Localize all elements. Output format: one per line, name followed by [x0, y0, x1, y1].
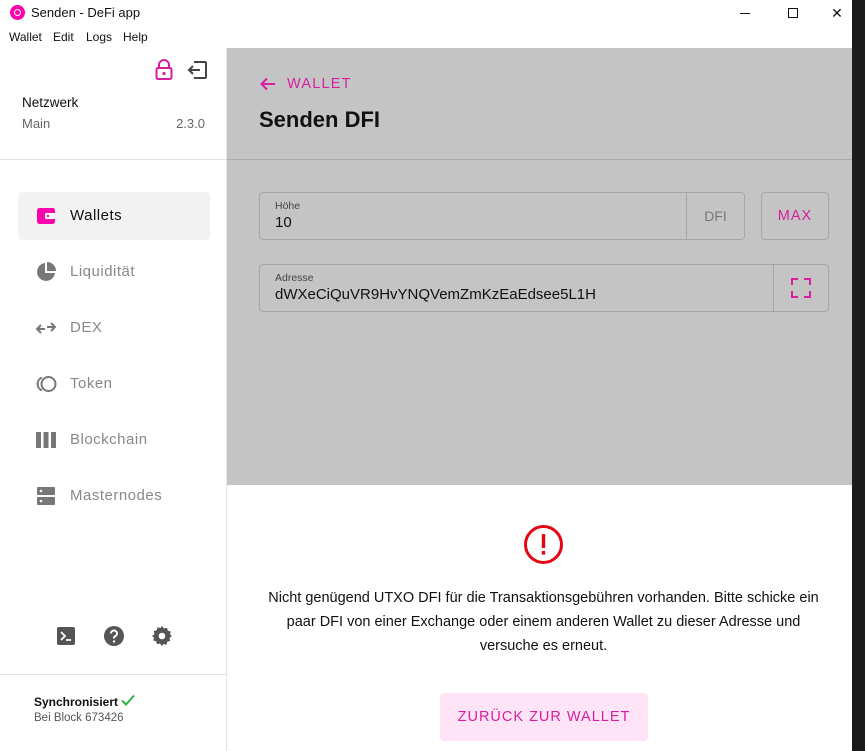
qr-scan-icon: [791, 278, 811, 298]
terminal-icon[interactable]: [54, 624, 78, 648]
sidebar: Netzwerk Main 2.3.0 Wallets Liquidität D…: [0, 48, 227, 751]
window-title: Senden - DeFi app: [31, 5, 141, 20]
menu-bar: Wallet Edit Logs Help: [0, 26, 852, 48]
scan-qr-button[interactable]: [773, 265, 828, 311]
sync-block-height: Bei Block 673426: [34, 712, 124, 724]
return-to-wallet-button[interactable]: ZURÜCK ZUR WALLET: [440, 693, 648, 741]
close-icon: ✕: [831, 4, 843, 21]
minimize-button[interactable]: [722, 0, 768, 26]
amount-value[interactable]: 10: [275, 214, 292, 231]
menu-edit[interactable]: Edit: [53, 30, 74, 44]
error-icon: [524, 525, 563, 564]
address-field[interactable]: Adresse dWXeCiQuVR9HvYNQVemZmKzEaEdsee5L…: [259, 264, 829, 312]
menu-help[interactable]: Help: [123, 30, 148, 44]
address-label: Adresse: [275, 272, 314, 284]
help-icon[interactable]: [102, 624, 126, 648]
close-button[interactable]: ✕: [814, 0, 852, 26]
menu-logs[interactable]: Logs: [86, 30, 112, 44]
blockchain-icon: [36, 432, 56, 448]
sidebar-item-wallets[interactable]: Wallets: [18, 192, 210, 240]
swap-icon: [35, 322, 57, 334]
token-icon: [36, 376, 57, 392]
network-title: Netzwerk: [22, 95, 79, 110]
sidebar-item-token[interactable]: Token: [18, 360, 210, 408]
header-divider: [227, 159, 852, 160]
back-link-label: WALLET: [287, 76, 352, 92]
amount-unit: DFI: [686, 193, 744, 239]
app-window: Senden - DeFi app ✕ Wallet Edit Logs Hel…: [0, 0, 852, 751]
exit-icon[interactable]: [186, 58, 210, 82]
sidebar-bottom-icons: [54, 624, 174, 648]
server-icon: [37, 487, 55, 505]
sidebar-item-masternodes[interactable]: Masternodes: [18, 472, 210, 520]
sidebar-item-blockchain[interactable]: Blockchain: [18, 416, 210, 464]
sidebar-item-dex[interactable]: DEX: [18, 304, 210, 352]
sidebar-item-label: Wallets: [70, 207, 123, 224]
wallet-icon: [37, 208, 55, 224]
sidebar-item-label: DEX: [70, 319, 103, 336]
arrow-left-icon: [260, 77, 275, 91]
minimize-icon: [740, 12, 750, 14]
sidebar-top-icons: [152, 58, 210, 82]
title-bar: Senden - DeFi app ✕: [0, 0, 852, 26]
sync-divider: [0, 674, 226, 675]
main-content: WALLET Senden DFI Höhe 10 DFI MAX Adress…: [227, 48, 852, 751]
pie-chart-icon: [37, 262, 56, 281]
gear-icon[interactable]: [150, 624, 174, 648]
error-message: Nicht genügend UTXO DFI für die Transakt…: [268, 590, 819, 654]
amount-label: Höhe: [275, 200, 301, 212]
address-value[interactable]: dWXeCiQuVR9HvYNQVemZmKzEaEdsee5L1H: [275, 286, 596, 303]
sidebar-item-liquidity[interactable]: Liquidität: [18, 248, 210, 296]
max-button[interactable]: MAX: [761, 192, 829, 240]
lock-icon[interactable]: [152, 58, 176, 82]
sidebar-item-label: Token: [70, 375, 113, 392]
maximize-icon: [788, 8, 798, 18]
disabled-form-area: WALLET Senden DFI Höhe 10 DFI MAX Adress…: [227, 48, 852, 485]
background-strip: [852, 0, 865, 751]
page-title: Senden DFI: [259, 107, 381, 132]
menu-wallet[interactable]: Wallet: [9, 30, 42, 44]
check-icon: [121, 694, 135, 706]
sidebar-item-label: Blockchain: [70, 431, 148, 448]
amount-field[interactable]: Höhe 10 DFI: [259, 192, 745, 240]
back-to-wallet-link[interactable]: WALLET: [259, 75, 352, 93]
network-name: Main: [22, 116, 51, 131]
maximize-button[interactable]: [770, 0, 816, 26]
sync-status: Synchronisiert: [34, 695, 119, 709]
app-logo-icon: [10, 5, 25, 20]
sidebar-divider: [0, 159, 226, 160]
sidebar-item-label: Liquidität: [70, 263, 136, 280]
sidebar-item-label: Masternodes: [70, 487, 163, 504]
app-version: 2.3.0: [176, 116, 205, 131]
